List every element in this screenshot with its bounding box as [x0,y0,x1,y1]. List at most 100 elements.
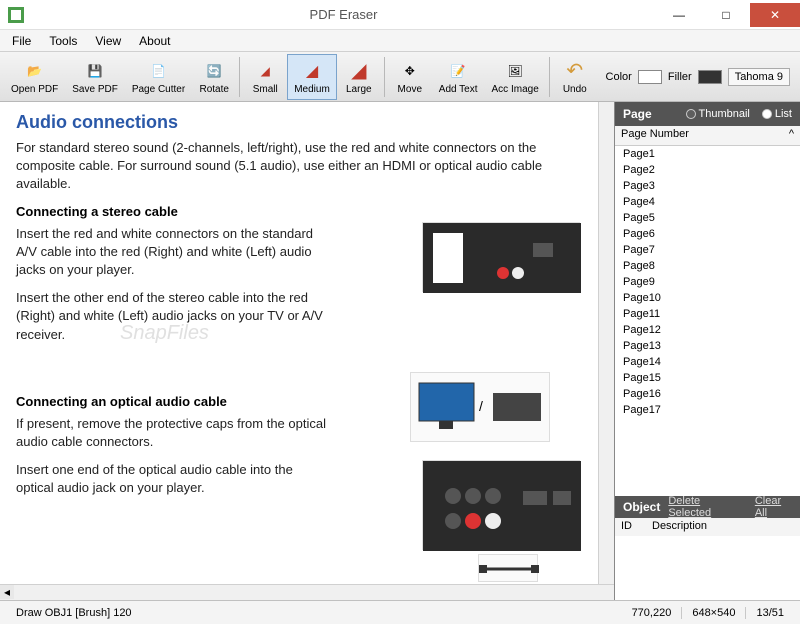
view-list-radio[interactable]: List [762,108,792,120]
page-list-item[interactable]: Page6 [615,226,800,242]
add-image-button[interactable]: 🖼 Acc Image [485,54,546,100]
status-coords: 770,220 [622,607,683,619]
color-label: Color [606,71,632,83]
menu-about[interactable]: About [131,32,178,50]
page-list-header: Page Number ^ [615,126,800,146]
page-list[interactable]: Page1Page2Page3Page4Page5Page6Page7Page8… [615,146,800,496]
titlebar: PDF Eraser — □ ✕ [0,0,800,30]
page-list-item[interactable]: Page3 [615,178,800,194]
save-icon: 💾 [83,59,107,83]
add-text-label: Add Text [439,84,478,95]
doc-heading: Audio connections [16,112,582,133]
page-list-item[interactable]: Page17 [615,402,800,418]
move-label: Move [398,84,422,95]
move-button[interactable]: ✥ Move [388,54,432,100]
clear-all-link[interactable]: Clear All [755,495,792,519]
minimize-button[interactable]: — [656,3,702,27]
svg-text:/: / [479,398,483,414]
page-list-item[interactable]: Page11 [615,306,800,322]
page-list-item[interactable]: Page1 [615,146,800,162]
page-list-item[interactable]: Page16 [615,386,800,402]
eraser-small-label: Small [253,84,278,95]
eraser-medium-icon: ◢ [300,59,324,83]
color-swatch[interactable] [638,70,662,84]
eraser-medium-button[interactable]: ◢ Medium [287,54,337,100]
window-title: PDF Eraser [32,7,655,22]
separator [384,57,385,97]
filler-swatch[interactable] [698,70,722,84]
eraser-small-icon: ◢ [253,59,277,83]
doc-para: If present, remove the protective caps f… [16,415,327,451]
add-text-button[interactable]: 📝 Add Text [432,54,485,100]
rotate-label: Rotate [199,84,228,95]
page-cutter-icon: 📄 [147,59,171,83]
page-list-item[interactable]: Page10 [615,290,800,306]
document-content[interactable]: Audio connections For standard stereo so… [0,102,598,584]
page-panel-header: Page Thumbnail List [615,102,800,126]
rotate-icon: 🔄 [202,59,226,83]
move-icon: ✥ [398,59,422,83]
delete-selected-link[interactable]: Delete Selected [668,495,738,519]
rotate-button[interactable]: 🔄 Rotate [192,54,236,100]
separator [239,57,240,97]
status-draw-info: Draw OBJ1 [Brush] 120 [6,607,142,619]
page-list-item[interactable]: Page5 [615,210,800,226]
close-button[interactable]: ✕ [750,3,800,27]
eraser-large-icon: ◢ [347,59,371,83]
undo-label: Undo [563,84,587,95]
page-list-item[interactable]: Page2 [615,162,800,178]
menu-tools[interactable]: Tools [41,32,85,50]
undo-icon: ↶ [563,59,587,83]
view-thumbnail-radio[interactable]: Thumbnail [686,108,750,120]
open-pdf-label: Open PDF [11,84,58,95]
eraser-large-label: Large [346,84,372,95]
font-picker[interactable]: Tahoma 9 [728,68,790,86]
page-list-item[interactable]: Page15 [615,370,800,386]
statusbar: Draw OBJ1 [Brush] 120 770,220 648×540 13… [0,600,800,624]
save-pdf-button[interactable]: 💾 Save PDF [65,54,125,100]
separator [549,57,550,97]
doc-para: For standard stereo sound (2-channels, l… [16,139,582,194]
menubar: File Tools View About [0,30,800,52]
eraser-small-button[interactable]: ◢ Small [243,54,287,100]
page-cutter-label: Page Cutter [132,84,185,95]
page-list-item[interactable]: Page13 [615,338,800,354]
app-icon [6,5,26,25]
document-area: Audio connections For standard stereo so… [0,102,614,600]
object-panel-header: Object Delete Selected Clear All [615,496,800,518]
vertical-scrollbar[interactable] [598,102,614,584]
main-area: Audio connections For standard stereo so… [0,102,800,600]
watermark: SnapFiles [120,322,209,345]
sort-icon[interactable]: ^ [789,128,794,143]
scroll-left-icon[interactable]: ◂ [0,585,14,599]
add-image-label: Acc Image [492,84,539,95]
object-col-desc: Description [652,520,707,534]
eraser-large-button[interactable]: ◢ Large [337,54,381,100]
eraser-medium-label: Medium [294,84,330,95]
page-list-item[interactable]: Page9 [615,274,800,290]
object-panel-title: Object [623,500,660,514]
illustration-tv-receiver: / [410,372,550,442]
status-page-nav: 13/51 [746,607,794,619]
open-pdf-button[interactable]: 📂 Open PDF [4,54,65,100]
page-list-item[interactable]: Page8 [615,258,800,274]
save-pdf-label: Save PDF [72,84,118,95]
object-list[interactable] [615,536,800,600]
page-list-item[interactable]: Page7 [615,242,800,258]
page-list-item[interactable]: Page4 [615,194,800,210]
page-list-item[interactable]: Page12 [615,322,800,338]
page-panel-title: Page [623,107,652,121]
page-column-header: Page Number [621,128,689,143]
toolbar-props: Color Filler Tahoma 9 [606,68,796,86]
horizontal-scrollbar[interactable]: ◂ [0,584,614,600]
maximize-button[interactable]: □ [703,3,749,27]
doc-para: Insert the red and white connectors on t… [16,225,327,280]
page-cutter-button[interactable]: 📄 Page Cutter [125,54,192,100]
menu-view[interactable]: View [87,32,129,50]
side-panel: Page Thumbnail List Page Number ^ Page1P… [614,102,800,600]
illustration-device-back-2 [422,460,580,550]
menu-file[interactable]: File [4,32,39,50]
page-list-item[interactable]: Page14 [615,354,800,370]
undo-button[interactable]: ↶ Undo [553,54,597,100]
status-dimensions: 648×540 [682,607,746,619]
